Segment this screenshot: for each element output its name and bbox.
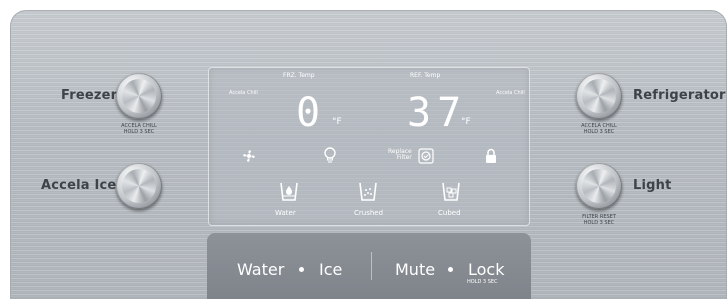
ice-button[interactable]: Ice — [319, 260, 342, 279]
lock-button[interactable]: Lock — [468, 260, 504, 279]
refrigerator-hold-hint: ACCELA CHILL HOLD 3 SEC — [581, 123, 617, 135]
light-label: Light — [633, 178, 672, 193]
mute-button[interactable]: Mute — [395, 260, 435, 279]
dispense-water-label: Water — [275, 209, 296, 217]
freezer-button[interactable] — [116, 73, 162, 119]
lock-hold-hint: HOLD 3 SEC — [467, 279, 498, 285]
ref-temp-title: REF. Temp — [410, 72, 441, 79]
refrigerator-button[interactable] — [576, 73, 622, 119]
separator-dot — [448, 267, 453, 272]
freezer-hold-hint: ACCELA CHILL HOLD 3 SEC — [121, 123, 157, 135]
fridge-temperature: 37 — [407, 90, 468, 136]
light-hold-hint: FILTER RESET HOLD 3 SEC — [582, 214, 616, 226]
dispense-crushed-label: Crushed — [354, 209, 384, 217]
light-bulb-icon — [323, 147, 337, 169]
fridge-unit: °F — [461, 117, 471, 127]
divider — [371, 252, 372, 280]
separator-dot — [299, 267, 304, 272]
frz-temp-title: FRZ. Temp — [283, 72, 315, 79]
accela-ice-label: Accela Ice — [41, 178, 117, 193]
dispense-cubed-label: Cubed — [438, 209, 461, 217]
freezer-label: Freezer — [61, 88, 118, 103]
water-cup-icon — [279, 180, 299, 206]
replace-filter-label: Replace Filter — [388, 148, 412, 161]
light-button[interactable] — [576, 163, 622, 209]
freezer-unit: °F — [332, 117, 342, 127]
fan-icon — [241, 148, 257, 168]
crushed-ice-cup-icon — [358, 180, 378, 206]
lock-icon — [484, 148, 498, 168]
refrigerator-label: Refrigerator — [633, 88, 726, 103]
water-button[interactable]: Water — [237, 260, 284, 279]
freezer-temperature: 0 — [296, 90, 327, 136]
accela-chill-left-indicator: Accela Chill — [229, 90, 258, 96]
cubed-ice-cup-icon — [441, 180, 461, 206]
accela-ice-button[interactable] — [116, 163, 162, 209]
accela-chill-right-indicator: Accela Chill — [496, 90, 525, 96]
filter-icon — [418, 148, 434, 168]
